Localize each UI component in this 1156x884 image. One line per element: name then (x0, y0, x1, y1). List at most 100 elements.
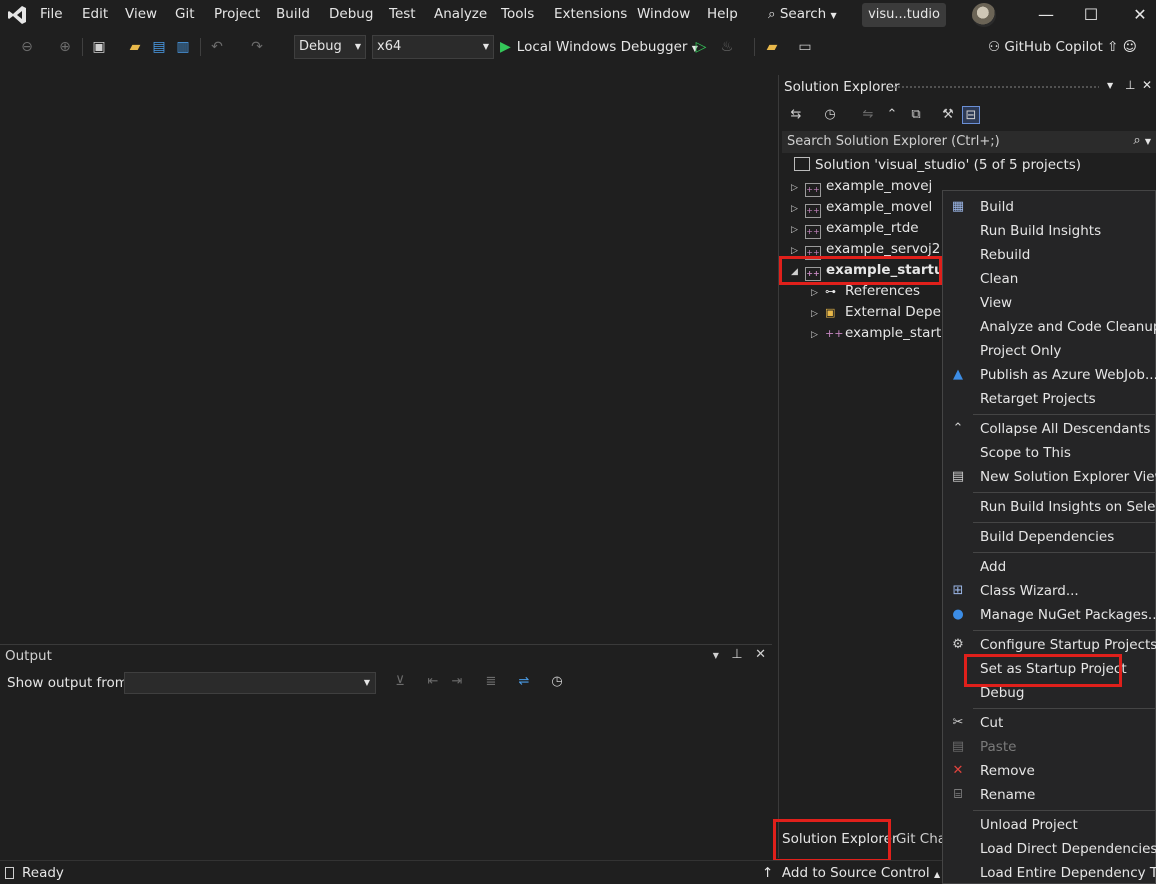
solution-folder-icon[interactable]: ▰ (763, 38, 781, 56)
search-menu[interactable]: ⌕ Search ▼ (768, 6, 837, 22)
menu-extensions[interactable]: Extensions (554, 6, 627, 22)
platform-dropdown[interactable]: x64 ▼ (372, 35, 494, 59)
chevron-down-icon[interactable]: ▼ (1107, 81, 1113, 90)
show-all-files-icon[interactable]: ⧉ (907, 106, 925, 124)
navigate-back-icon[interactable]: ⊖ (18, 38, 36, 56)
menu-item-scope-to-this[interactable]: Scope to This (943, 442, 1156, 464)
configuration-dropdown[interactable]: Debug ▼ (294, 35, 366, 59)
menu-tools[interactable]: Tools (501, 6, 534, 22)
sync-icon[interactable]: ⇋ (859, 106, 877, 124)
hot-reload-icon[interactable]: ♨ (718, 38, 736, 56)
next-message-icon[interactable]: ⇥ (448, 673, 466, 691)
solution-title-badge[interactable]: visu...tudio (862, 3, 946, 27)
pin-icon[interactable]: ⊥ (1125, 78, 1135, 92)
expand-icon[interactable]: ▷ (811, 304, 825, 325)
open-folder-icon[interactable]: ▰ (126, 38, 144, 56)
start-without-debugging-icon[interactable]: ▷ (692, 38, 710, 56)
menu-analyze[interactable]: Analyze (434, 6, 487, 22)
close-icon[interactable]: ✕ (755, 647, 766, 662)
add-to-source-control-button[interactable]: ↑ Add to Source Control ▲ (762, 865, 940, 881)
menu-item-cut[interactable]: ✂ Cut (943, 712, 1156, 734)
editor-area[interactable] (0, 64, 772, 642)
expand-icon[interactable]: ▷ (791, 220, 805, 241)
menu-item-build[interactable]: ▦ Build (943, 196, 1156, 218)
preview-selected-icon[interactable]: ⊟ (962, 106, 980, 124)
menu-item-build-dependencies[interactable]: Build Dependencies (943, 526, 1156, 548)
menu-project[interactable]: Project (214, 6, 260, 22)
undo-icon[interactable]: ↶ (208, 38, 226, 56)
expand-icon[interactable]: ▷ (791, 178, 805, 199)
find-message-icon[interactable]: ⊻ (391, 673, 409, 691)
menu-window[interactable]: Window (637, 6, 690, 22)
save-icon[interactable]: ▤ (150, 38, 168, 56)
menu-item-run-build-insights[interactable]: Run Build Insights (943, 220, 1156, 242)
avatar[interactable] (972, 3, 996, 27)
menu-git[interactable]: Git (175, 6, 195, 22)
expand-icon[interactable]: ▷ (811, 325, 825, 346)
expand-icon[interactable]: ▷ (791, 199, 805, 220)
menu-item-retarget[interactable]: Retarget Projects (943, 388, 1156, 410)
menu-item-nuget[interactable]: ● Manage NuGet Packages... (943, 604, 1156, 626)
menu-file[interactable]: File (40, 6, 63, 22)
menu-item-new-se-view[interactable]: ▤ New Solution Explorer View (943, 466, 1156, 488)
expand-icon[interactable]: ▷ (811, 283, 825, 304)
menu-item-view[interactable]: View (943, 292, 1156, 314)
menu-item-rebuild[interactable]: Rebuild (943, 244, 1156, 266)
menu-help[interactable]: Help (707, 6, 738, 22)
menu-item-remove[interactable]: ✕ Remove (943, 760, 1156, 782)
minimize-icon[interactable]: — (1036, 5, 1056, 25)
menu-item-debug[interactable]: Debug (943, 682, 1156, 704)
timestamp-icon[interactable]: ◷ (548, 673, 566, 691)
solution-node[interactable]: Solution 'visual_studio' (5 of 5 project… (794, 155, 1081, 176)
external-dependencies-node[interactable]: ▷ ▣ External Depen (811, 302, 949, 323)
properties-icon[interactable]: ⚒ (939, 106, 957, 124)
menu-item-class-wizard[interactable]: ⊞ Class Wizard... (943, 580, 1156, 602)
menu-build[interactable]: Build (276, 6, 310, 22)
word-wrap-icon[interactable]: ⇌ (515, 673, 533, 691)
menu-item-load-entire-tree[interactable]: Load Entire Dependency Tree (943, 862, 1156, 884)
close-icon[interactable]: ✕ (1130, 5, 1150, 25)
clear-all-icon[interactable]: ≣ (482, 673, 500, 691)
feedback-icon[interactable]: ☺ (1123, 39, 1137, 55)
menu-item-configure-startup[interactable]: ⚙ Configure Startup Projects... (943, 634, 1156, 656)
save-all-icon[interactable]: ▥ (174, 38, 192, 56)
menu-item-load-direct-deps[interactable]: Load Direct Dependencies (943, 838, 1156, 860)
menu-item-project-only[interactable]: Project Only (943, 340, 1156, 362)
menu-debug[interactable]: Debug (329, 6, 373, 22)
github-copilot-button[interactable]: ⚇ GitHub Copilot ⇧ ☺ (988, 39, 1137, 55)
share-icon[interactable]: ⇧ (1107, 39, 1118, 55)
chevron-down-icon[interactable]: ▼ (713, 651, 719, 660)
menu-item-analyze[interactable]: Analyze and Code Cleanup (943, 316, 1156, 338)
window-layout-icon[interactable]: ▭ (796, 38, 814, 56)
menu-item-collapse-all[interactable]: ⌃ Collapse All Descendants (943, 418, 1156, 440)
menu-item-paste[interactable]: ▤ Paste (943, 736, 1156, 758)
visual-studio-logo-icon[interactable] (6, 4, 28, 26)
switch-views-icon[interactable]: ⇆ (787, 106, 805, 124)
maximize-icon[interactable]: ☐ (1081, 5, 1101, 25)
references-node[interactable]: ▷ ⊶ References (811, 281, 920, 302)
project-node[interactable]: ▷ ++ example_movej (791, 176, 932, 197)
menu-item-clean[interactable]: Clean (943, 268, 1156, 290)
menu-item-rename[interactable]: ⌸ Rename (943, 784, 1156, 806)
solution-explorer-search[interactable]: Search Solution Explorer (Ctrl+;) ⌕ ▼ (782, 131, 1156, 153)
pin-icon[interactable]: ⊥ (731, 647, 742, 662)
menu-item-publish-azure[interactable]: ▲ Publish as Azure WebJob... (943, 364, 1156, 386)
menu-view[interactable]: View (125, 6, 157, 22)
menu-test[interactable]: Test (389, 6, 416, 22)
menu-item-add[interactable]: Add (943, 556, 1156, 578)
project-node[interactable]: ▷ ++ example_movel (791, 197, 932, 218)
collapse-all-icon[interactable]: ⌃ (883, 106, 901, 124)
menu-item-unload-project[interactable]: Unload Project (943, 814, 1156, 836)
project-node[interactable]: ▷ ++ example_rtde (791, 218, 919, 239)
menu-item-build-insights-selected[interactable]: Run Build Insights on Selected (943, 496, 1156, 518)
pending-changes-icon[interactable]: ◷ (821, 106, 839, 124)
output-source-dropdown[interactable]: ▼ (124, 672, 376, 694)
close-icon[interactable]: ✕ (1142, 78, 1152, 92)
redo-icon[interactable]: ↷ (248, 38, 266, 56)
run-debugger-button[interactable]: ▶ Local Windows Debugger ▼ (500, 37, 698, 57)
source-file-node[interactable]: ▷ ++ example_startu (811, 323, 950, 344)
new-project-icon[interactable]: ▣ (90, 38, 108, 56)
navigate-forward-icon[interactable]: ⊕ (56, 38, 74, 56)
previous-message-icon[interactable]: ⇤ (424, 673, 442, 691)
menu-edit[interactable]: Edit (82, 6, 108, 22)
